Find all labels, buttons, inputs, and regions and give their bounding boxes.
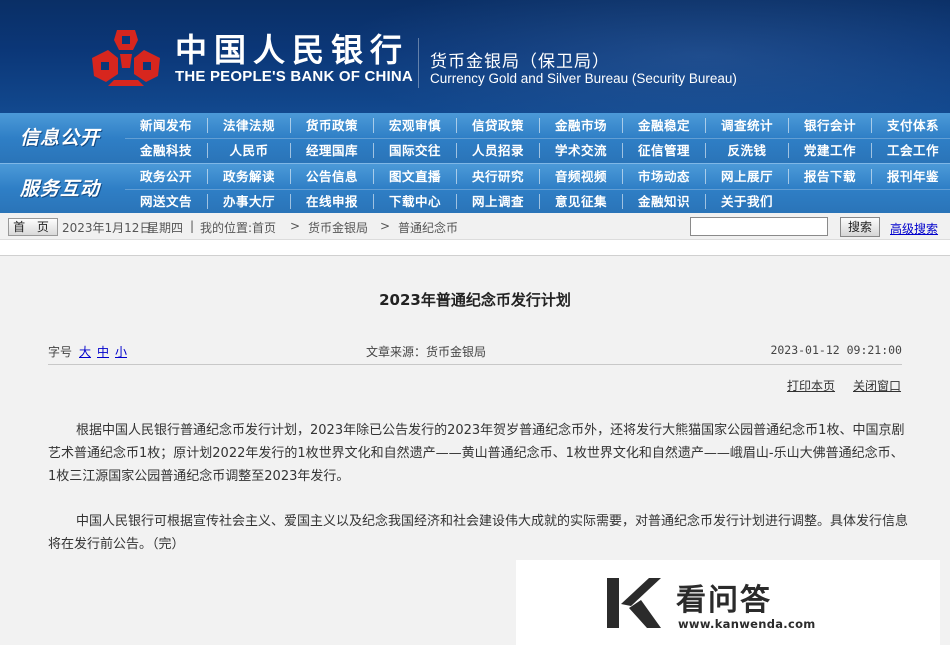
- nav-section-service-interaction: 服务互动 政务公开 政务解读 公告信息 图文直播 央行研究 音频视频 市场动态 网上展厅 报告下…: [0, 163, 950, 213]
- nav-row: 金融科技 人民币 经理国库 国际交往 人员招录 学术交流 征信管理 反洗钱 党建工作 工会工作: [125, 138, 950, 163]
- nav-row: 网送文告 办事大厅 在线申报 下载中心 网上调查 意见征集 金融知识 关于我们: [125, 189, 950, 214]
- nav-item[interactable]: 党建工作: [789, 138, 871, 163]
- nav-item[interactable]: 网上调查: [457, 189, 539, 214]
- font-small-link[interactable]: 小: [115, 343, 127, 360]
- font-medium-link[interactable]: 中: [97, 343, 109, 360]
- nav-item[interactable]: 报告下载: [789, 164, 871, 189]
- nav-item[interactable]: 工会工作: [872, 138, 950, 163]
- nav-item[interactable]: 银行会计: [789, 113, 871, 138]
- watermark: 看问答 www.kanwenda.com: [516, 560, 940, 645]
- article-title: 2023年普通纪念币发行计划: [379, 291, 571, 309]
- nav-item[interactable]: 货币政策: [291, 113, 373, 138]
- nav-item[interactable]: 金融稳定: [623, 113, 705, 138]
- nav-row: 政务公开 政务解读 公告信息 图文直播 央行研究 音频视频 市场动态 网上展厅 报告下载 报刊年鉴: [125, 164, 950, 189]
- nav-item[interactable]: 图文直播: [374, 164, 456, 189]
- bureau-name-en: Currency Gold and Silver Bureau (Securit…: [430, 71, 737, 86]
- breadcrumb-arrow: >: [290, 219, 301, 233]
- brand-name-en: THE PEOPLE'S BANK OF CHINA: [175, 68, 413, 85]
- search-input[interactable]: [690, 217, 828, 236]
- nav-item[interactable]: 人员招录: [457, 138, 539, 163]
- nav-item[interactable]: 政务公开: [125, 164, 207, 189]
- article-datetime: 2023-01-12 09:21:00: [770, 343, 902, 357]
- site-header: 中国人民银行 THE PEOPLE'S BANK OF CHINA 货币金银局（…: [0, 0, 950, 113]
- nav-item[interactable]: 法律法规: [208, 113, 290, 138]
- nav-section-info-disclosure: 信息公开 新闻发布 法律法规 货币政策 宏观审慎 信贷政策 金融市场 金融稳定 调查统计 银行会…: [0, 113, 950, 163]
- current-weekday: 星期四: [147, 221, 184, 235]
- nav-item[interactable]: 在线申报: [291, 189, 373, 214]
- nav-item[interactable]: 新闻发布: [125, 113, 207, 138]
- breadcrumb-item-coins[interactable]: 普通纪念币: [398, 219, 458, 236]
- nav-item[interactable]: 经理国库: [291, 138, 373, 163]
- advanced-search-link[interactable]: 高级搜索: [890, 220, 938, 237]
- font-large-link[interactable]: 大: [79, 343, 91, 360]
- current-date: 2023年1月12日: [62, 221, 152, 235]
- nav-section-title: 服务互动: [19, 178, 100, 200]
- search-button[interactable]: 搜索: [840, 217, 880, 237]
- bureau-name-cn: 货币金银局（保卫局）: [430, 52, 610, 72]
- nav-item[interactable]: 办事大厅: [208, 189, 290, 214]
- home-button[interactable]: 首 页: [8, 218, 58, 236]
- header-glow: [330, 0, 950, 113]
- breadcrumb-location[interactable]: 我的位置:首页: [200, 219, 276, 236]
- nav-item[interactable]: 支付体系: [872, 113, 950, 138]
- nav-item[interactable]: 关于我们: [706, 189, 788, 214]
- nav-item[interactable]: 金融市场: [540, 113, 622, 138]
- nav-item[interactable]: 金融科技: [125, 138, 207, 163]
- breadcrumb-bar: 首 页 2023年1月12日 星期四 | 我的位置:首页 > 货币金银局 > 普…: [0, 213, 950, 240]
- breadcrumb-item-bureau[interactable]: 货币金银局: [308, 219, 368, 236]
- nav-item[interactable]: 意见征集: [540, 189, 622, 214]
- nav-item[interactable]: 政务解读: [208, 164, 290, 189]
- kanwenda-logo-icon: [607, 578, 661, 628]
- nav-item[interactable]: 网上展厅: [706, 164, 788, 189]
- nav-item[interactable]: 金融知识: [623, 189, 705, 214]
- breadcrumb-arrow: >: [380, 219, 391, 233]
- nav-item[interactable]: 征信管理: [623, 138, 705, 163]
- nav-item[interactable]: 国际交往: [374, 138, 456, 163]
- nav-item[interactable]: 网送文告: [125, 189, 207, 214]
- article-source: 文章来源：货币金银局: [366, 345, 487, 359]
- brand-name-cn: 中国人民银行: [175, 31, 410, 69]
- meta-divider: [48, 364, 902, 365]
- nav-item[interactable]: 信贷政策: [457, 113, 539, 138]
- nav-item[interactable]: 学术交流: [540, 138, 622, 163]
- print-page-link[interactable]: 打印本页: [787, 377, 835, 394]
- font-size-label: 字号: [48, 345, 73, 359]
- watermark-url: www.kanwenda.com: [678, 617, 816, 631]
- article-paragraph: 根据中国人民银行普通纪念币发行计划，2023年除已公告发行的2023年贺岁普通纪…: [48, 423, 905, 484]
- nav-item[interactable]: 调查统计: [706, 113, 788, 138]
- nav-item[interactable]: 宏观审慎: [374, 113, 456, 138]
- nav-section-title: 信息公开: [19, 127, 100, 149]
- nav-item[interactable]: 反洗钱: [706, 138, 788, 163]
- nav-item[interactable]: 下载中心: [374, 189, 456, 214]
- nav-item[interactable]: 市场动态: [623, 164, 705, 189]
- nav-row: 新闻发布 法律法规 货币政策 宏观审慎 信贷政策 金融市场 金融稳定 调查统计 银行会计 支付体系: [125, 113, 950, 138]
- article-paragraph: 中国人民银行可根据宣传社会主义、爱国主义以及纪念我国经济和社会建设伟大成就的实际…: [48, 514, 909, 552]
- nav-item[interactable]: 人民币: [208, 138, 290, 163]
- nav-item[interactable]: 报刊年鉴: [872, 164, 950, 189]
- pboc-logo-icon[interactable]: [90, 28, 162, 90]
- nav-item[interactable]: 公告信息: [291, 164, 373, 189]
- watermark-name: 看问答: [676, 583, 772, 618]
- header-divider: [418, 38, 419, 88]
- nav-item[interactable]: 音频视频: [540, 164, 622, 189]
- breadcrumb-separator: |: [190, 219, 195, 233]
- article-meta: 字号 大 中 小 文章来源：货币金银局 2023-01-12 09:21:00: [48, 343, 902, 361]
- nav-item[interactable]: 央行研究: [457, 164, 539, 189]
- close-window-link[interactable]: 关闭窗口: [853, 377, 901, 394]
